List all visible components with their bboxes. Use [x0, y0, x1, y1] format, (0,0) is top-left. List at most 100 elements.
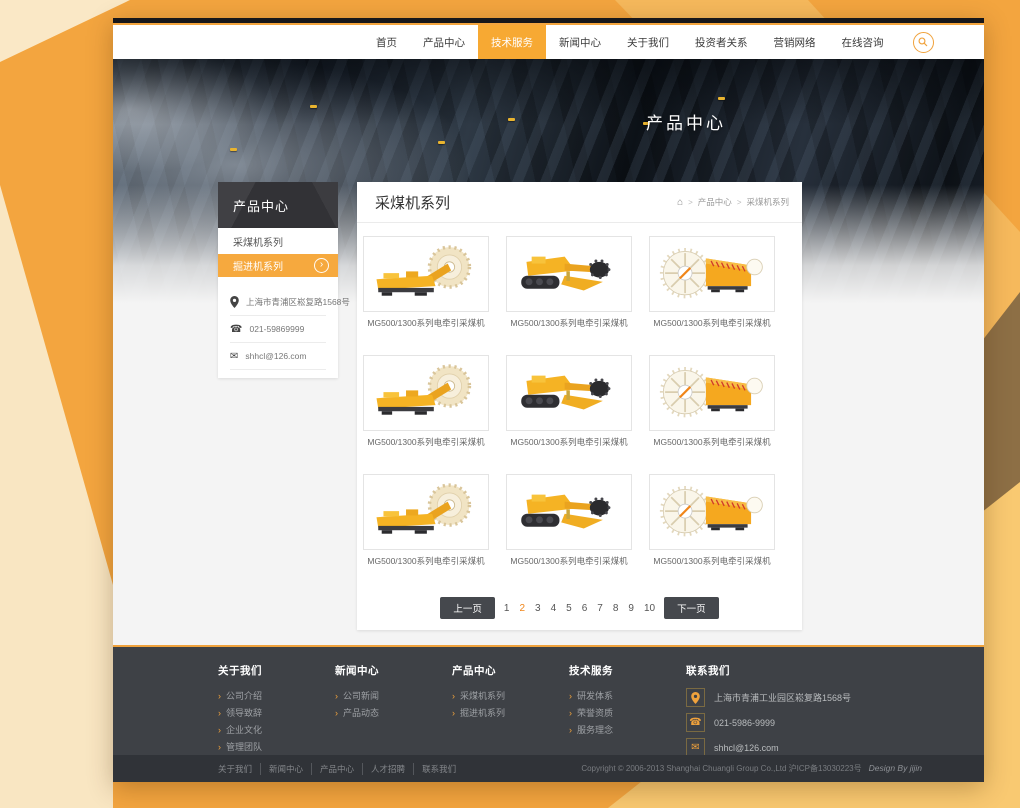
page-number-2-current[interactable]: 2 — [518, 603, 526, 614]
location-pin-icon — [230, 296, 239, 308]
sidebar-phone: 021-59869999 — [249, 324, 304, 334]
breadcrumb: 产品中心 采煤机系列 — [677, 196, 789, 208]
footer-col-products: 产品中心 采煤机系列 掘进机系列 — [452, 663, 569, 763]
product-card[interactable]: MG500/1300系列电牵引采煤机 — [506, 236, 632, 329]
sidebar-address-row: 上海市青浦区崧复路1568号 — [230, 289, 326, 316]
footer-columns: 关于我们 公司介绍 领导致辞 企业文化 管理团队 新闻中心 公司新闻 产品动态 … — [113, 647, 984, 763]
sidebar-item-label: 掘进机系列 — [233, 258, 283, 273]
content-card: 采煤机系列 产品中心 采煤机系列 MG500/1300系列电牵引采煤机 MG50… — [357, 182, 802, 630]
product-grid: MG500/1300系列电牵引采煤机 MG500/1300系列电牵引采煤机 MG… — [357, 223, 802, 567]
product-card[interactable]: MG500/1300系列电牵引采煤机 — [506, 355, 632, 448]
content-header: 采煤机系列 产品中心 采煤机系列 — [357, 182, 802, 223]
sidebar-panel: 采煤机系列 掘进机系列 › 上海市青浦区崧复路1568号 021-5986999… — [218, 228, 338, 378]
product-label: MG500/1300系列电牵引采煤机 — [649, 436, 775, 448]
footer-col-title: 技术服务 — [569, 663, 686, 678]
footer-link[interactable]: 产品动态 — [335, 705, 452, 722]
bottom-link-about[interactable]: 关于我们 — [218, 763, 261, 775]
bottom-link-news[interactable]: 新闻中心 — [261, 763, 312, 775]
sidebar-contact: 上海市青浦区崧复路1568号 021-59869999 shhcl@126.co… — [230, 289, 326, 370]
page-number-3[interactable]: 3 — [534, 603, 542, 614]
nav-item-tech-service[interactable]: 技术服务 — [478, 25, 546, 59]
footer-col-news: 新闻中心 公司新闻 产品动态 — [335, 663, 452, 763]
product-image-disc-machine — [649, 474, 775, 550]
footer-link[interactable]: 采煤机系列 — [452, 688, 569, 705]
sidebar-phone-row: 021-59869999 — [230, 316, 326, 343]
location-pin-icon — [686, 688, 705, 707]
footer-col-title: 关于我们 — [218, 663, 335, 678]
phone-icon — [686, 713, 705, 732]
page-number-5[interactable]: 5 — [565, 603, 573, 614]
footer-col-tech: 技术服务 研发体系 荣誉资质 服务理念 — [569, 663, 686, 763]
nav-item-online-consult[interactable]: 在线咨询 — [829, 25, 897, 59]
page-number-10[interactable]: 10 — [643, 603, 656, 614]
sidebar-email: shhcl@126.com — [245, 351, 306, 361]
product-card[interactable]: MG500/1300系列电牵引采煤机 — [649, 355, 775, 448]
product-card[interactable]: MG500/1300系列电牵引采煤机 — [363, 236, 489, 329]
footer-bottom-bar: 关于我们 新闻中心 产品中心 人才招聘 联系我们 Copyright © 200… — [113, 755, 984, 782]
footer-link[interactable]: 领导致辞 — [218, 705, 335, 722]
footer-link[interactable]: 服务理念 — [569, 722, 686, 739]
sidebar-email-row: shhcl@126.com — [230, 343, 326, 370]
nav-item-home[interactable]: 首页 — [363, 25, 410, 59]
page-number-1[interactable]: 1 — [503, 603, 511, 614]
footer-link[interactable]: 公司介绍 — [218, 688, 335, 705]
footer-phone-row: 021-5986-9999 — [686, 713, 936, 732]
product-label: MG500/1300系列电牵引采煤机 — [649, 555, 775, 567]
footer-link[interactable]: 研发体系 — [569, 688, 686, 705]
product-image-shearer — [363, 355, 489, 431]
product-card[interactable]: MG500/1300系列电牵引采煤机 — [506, 474, 632, 567]
product-image-shearer — [363, 236, 489, 312]
search-button[interactable] — [913, 25, 934, 59]
sidebar: 产品中心 采煤机系列 掘进机系列 › 上海市青浦区崧复路1568号 021-59… — [218, 182, 338, 378]
nav-item-investor[interactable]: 投资者关系 — [682, 25, 761, 59]
prev-page-button[interactable]: 上一页 — [440, 597, 495, 619]
breadcrumb-separator — [737, 197, 742, 207]
footer-link[interactable]: 公司新闻 — [335, 688, 452, 705]
footer-link[interactable]: 企业文化 — [218, 722, 335, 739]
breadcrumb-separator — [688, 197, 693, 207]
product-card[interactable]: MG500/1300系列电牵引采煤机 — [649, 236, 775, 329]
breadcrumb-current: 采煤机系列 — [746, 196, 789, 208]
bottom-link-contact[interactable]: 联系我们 — [414, 763, 464, 775]
product-card[interactable]: MG500/1300系列电牵引采煤机 — [363, 474, 489, 567]
page-number-9[interactable]: 9 — [627, 603, 635, 614]
bottom-link-jobs[interactable]: 人才招聘 — [363, 763, 414, 775]
footer-email: shhcl@126.com — [714, 743, 779, 753]
product-card[interactable]: MG500/1300系列电牵引采煤机 — [649, 474, 775, 567]
page-number-8[interactable]: 8 — [612, 603, 620, 614]
sidebar-item-roadheader-series[interactable]: 掘进机系列 › — [218, 254, 338, 277]
footer-phone: 021-5986-9999 — [714, 718, 775, 728]
product-label: MG500/1300系列电牵引采煤机 — [506, 555, 632, 567]
page-number-4[interactable]: 4 — [550, 603, 558, 614]
footer-link[interactable]: 掘进机系列 — [452, 705, 569, 722]
main-nav: 首页 产品中心 技术服务 新闻中心 关于我们 投资者关系 营销网络 在线咨询 — [113, 23, 984, 59]
footer-col-title: 联系我们 — [686, 663, 936, 678]
page-number-7[interactable]: 7 — [596, 603, 604, 614]
footer-col-title: 新闻中心 — [335, 663, 452, 678]
product-image-roadheader — [506, 236, 632, 312]
design-by: Design By jijin — [869, 763, 922, 773]
footer-link[interactable]: 荣誉资质 — [569, 705, 686, 722]
page-number-6[interactable]: 6 — [581, 603, 589, 614]
sidebar-item-shearer-series[interactable]: 采煤机系列 — [218, 228, 338, 254]
nav-item-products[interactable]: 产品中心 — [410, 25, 478, 59]
bottom-link-products[interactable]: 产品中心 — [312, 763, 363, 775]
product-card[interactable]: MG500/1300系列电牵引采煤机 — [363, 355, 489, 448]
nav-item-about[interactable]: 关于我们 — [614, 25, 682, 59]
product-image-disc-machine — [649, 236, 775, 312]
footer-link[interactable]: 管理团队 — [218, 739, 335, 756]
next-page-button[interactable]: 下一页 — [664, 597, 719, 619]
pagination: 上一页 1 2 3 4 5 6 7 8 9 10 下一页 — [357, 597, 802, 619]
nav-item-marketing[interactable]: 营销网络 — [761, 25, 829, 59]
nav-item-news[interactable]: 新闻中心 — [546, 25, 614, 59]
footer-col-about: 关于我们 公司介绍 领导致辞 企业文化 管理团队 — [218, 663, 335, 763]
page-title: 采煤机系列 — [375, 192, 450, 213]
mail-icon — [230, 351, 238, 362]
footer-col-title: 产品中心 — [452, 663, 569, 678]
breadcrumb-products[interactable]: 产品中心 — [698, 196, 732, 208]
product-label: MG500/1300系列电牵引采煤机 — [506, 317, 632, 329]
home-icon[interactable] — [677, 197, 683, 208]
product-image-shearer — [363, 474, 489, 550]
footer-address-row: 上海市青浦工业园区崧复路1568号 — [686, 688, 936, 707]
product-image-roadheader — [506, 474, 632, 550]
